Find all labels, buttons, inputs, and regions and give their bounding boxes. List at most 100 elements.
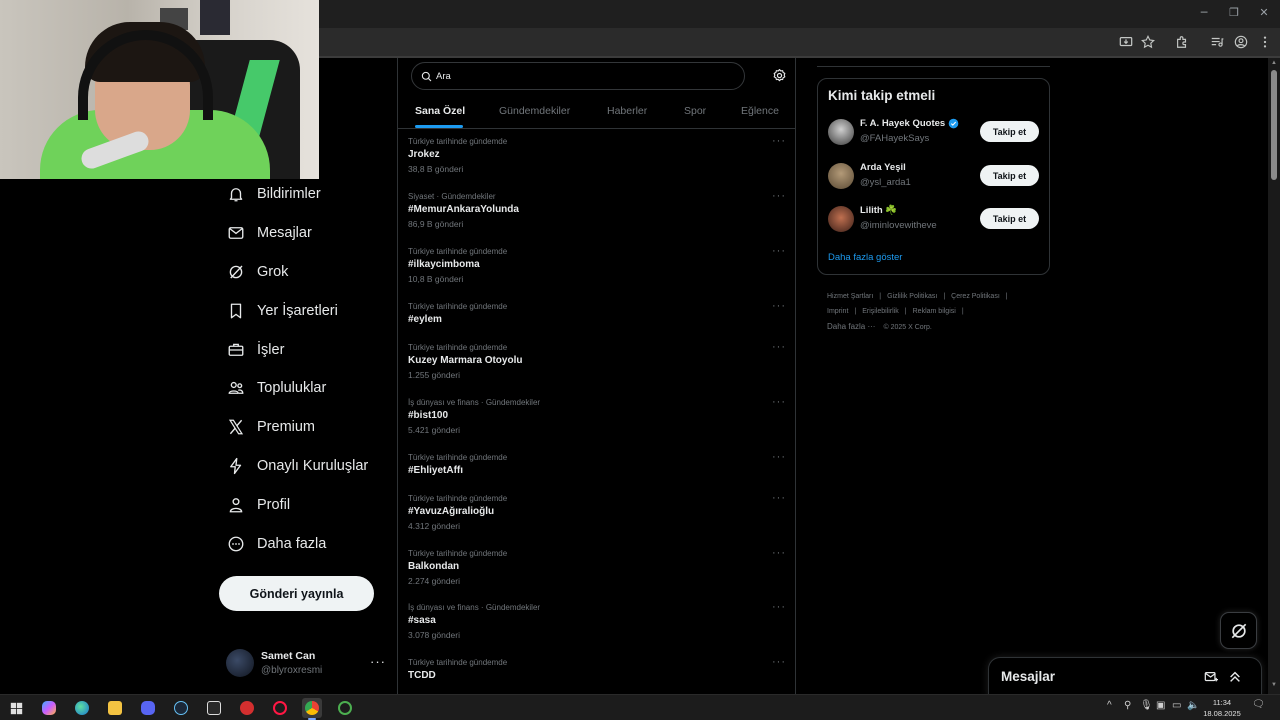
footer-link[interactable]: Gizlilik Politikası (887, 293, 937, 300)
trend-item[interactable]: Türkiye tarihinde gündemde Jrokez 38,8 B… (408, 135, 788, 174)
more-dots-icon[interactable]: ··· (772, 451, 786, 463)
nav-item-onayli-kuruluslar[interactable]: Onaylı Kuruluşlar (226, 452, 368, 480)
post-button[interactable]: Gönderi yayınla (219, 576, 374, 611)
nav-label: Grok (257, 264, 289, 280)
tab-gundemdekiler[interactable]: Gündemdekiler (499, 105, 570, 117)
scroll-down-icon[interactable]: ▼ (1271, 682, 1277, 688)
trend-item[interactable]: Türkiye tarihinde gündemde TCDD ··· (408, 656, 788, 681)
more-dots-icon[interactable]: ··· (772, 135, 786, 147)
x-logo-icon (226, 417, 246, 437)
footer-link[interactable]: Reklam bilgisi (913, 308, 956, 315)
more-dots-icon[interactable]: ··· (772, 492, 786, 504)
more-dots-icon[interactable]: ··· (772, 341, 786, 353)
tab-sana-ozel[interactable]: Sana Özel (415, 105, 465, 117)
more-dots-icon[interactable]: ··· (772, 245, 786, 257)
nav-item-mesajlar[interactable]: Mesajlar (226, 219, 312, 247)
show-more-link[interactable]: Daha fazla göster (828, 252, 902, 263)
settings-gear-icon[interactable] (772, 68, 787, 83)
trend-context: Türkiye tarihinde gündemde (408, 494, 508, 503)
trend-item[interactable]: Türkiye tarihinde gündemde Balkondan 2.2… (408, 547, 788, 586)
network-icon[interactable]: ▭ (1172, 700, 1181, 711)
account-icon[interactable] (1232, 33, 1250, 51)
tab-eglence[interactable]: Eğlence (741, 105, 779, 117)
discord-icon[interactable] (138, 698, 158, 718)
follow-suggestion[interactable]: F. A. Hayek Quotes @FAHayekSays Takip et (828, 117, 1041, 149)
game-launcher-icon[interactable] (237, 698, 257, 718)
messages-drawer[interactable]: Mesajlar (988, 657, 1262, 697)
minimize-icon[interactable]: ─ (1194, 6, 1214, 20)
more-dots-icon[interactable]: ··· (772, 601, 786, 613)
tray-icon[interactable]: ▣ (1156, 700, 1165, 711)
file-explorer-icon[interactable] (105, 698, 125, 718)
tray-overflow-icon[interactable]: ^ (1107, 700, 1112, 711)
nav-label: Yer İşaretleri (257, 303, 338, 319)
nav-label: Bildirimler (257, 186, 321, 202)
nav-item-daha-fazla[interactable]: Daha fazla (226, 530, 326, 558)
epic-games-icon[interactable] (204, 698, 224, 718)
copilot-icon[interactable] (39, 698, 59, 718)
trend-item[interactable]: İş dünyası ve finans · Gündemdekiler #bi… (408, 396, 788, 435)
more-dots-icon[interactable]: ··· (772, 656, 786, 668)
nav-item-topluluklar[interactable]: Topluluklar (226, 374, 326, 402)
search-input[interactable]: Ara (411, 62, 745, 90)
install-app-icon[interactable] (1117, 33, 1135, 51)
more-dots-icon[interactable]: ··· (772, 547, 786, 559)
footer-link[interactable]: Erişilebilirlik (862, 308, 899, 315)
trend-item[interactable]: İş dünyası ve finans · Gündemdekiler #sa… (408, 601, 788, 640)
follow-suggestion[interactable]: Lilith ☘️ @iminlovewitheve Takip et (828, 204, 1041, 236)
browser-menu-icon[interactable] (1256, 33, 1274, 51)
follow-button[interactable]: Takip et (980, 208, 1039, 229)
trend-item[interactable]: Türkiye tarihinde gündemde #YavuzAğırali… (408, 492, 788, 531)
trend-item[interactable]: Türkiye tarihinde gündemde Kuzey Marmara… (408, 341, 788, 380)
webcam-poster (200, 0, 230, 35)
expand-up-icon[interactable] (1228, 670, 1242, 684)
edge-icon[interactable] (72, 698, 92, 718)
steam-icon[interactable] (171, 698, 191, 718)
more-dots-icon[interactable]: ··· (370, 654, 386, 669)
app-icon[interactable] (335, 698, 355, 718)
footer-link[interactable]: Imprint (827, 308, 848, 315)
new-message-icon[interactable] (1204, 670, 1218, 684)
volume-icon[interactable]: 🔈 (1187, 700, 1199, 711)
nav-item-grok[interactable]: Grok (226, 258, 288, 286)
nav-item-premium[interactable]: Premium (226, 413, 315, 441)
search-placeholder: Ara (436, 70, 451, 82)
opera-gx-icon[interactable] (270, 698, 290, 718)
taskbar-clock[interactable]: 11:34 18.08.2025 (1200, 697, 1244, 719)
windows-start-icon[interactable] (6, 698, 26, 718)
microphone-icon[interactable]: 🎙 (1140, 700, 1153, 711)
scrollbar-thumb[interactable] (1271, 70, 1277, 180)
trend-item[interactable]: Siyaset · Gündemdekiler #MemurAnkaraYolu… (408, 190, 788, 229)
follow-button[interactable]: Takip et (980, 121, 1039, 142)
tab-spor[interactable]: Spor (684, 105, 706, 117)
page-scrollbar[interactable]: ▲ ▼ (1268, 58, 1280, 694)
notification-center-icon[interactable]: 🗨 (1252, 699, 1265, 710)
follow-button[interactable]: Takip et (980, 165, 1039, 186)
media-controls-icon[interactable] (1208, 33, 1226, 51)
tab-haberler[interactable]: Haberler (607, 105, 647, 117)
footer-link[interactable]: Çerez Politikası (951, 293, 1000, 300)
nav-item-isler[interactable]: İşler (226, 336, 284, 364)
footer-link[interactable]: Hizmet Şartları (827, 293, 873, 300)
scroll-up-icon[interactable]: ▲ (1271, 60, 1277, 66)
nav-item-yer-isaretleri[interactable]: Yer İşaretleri (226, 297, 338, 325)
follow-suggestion[interactable]: Arda Yeşil @ysl_arda1 Takip et (828, 161, 1041, 193)
tray-icon[interactable]: ⚲ (1124, 700, 1131, 711)
extensions-icon[interactable] (1173, 33, 1191, 51)
chrome-icon[interactable] (302, 698, 322, 720)
footer-more-link[interactable]: Daha fazla ··· (827, 322, 875, 331)
nav-item-bildirimler[interactable]: Bildirimler (226, 180, 321, 208)
grok-floating-button[interactable] (1220, 612, 1257, 649)
trend-item[interactable]: Türkiye tarihinde gündemde #EhliyetAffı … (408, 451, 788, 476)
trend-item[interactable]: Türkiye tarihinde gündemde #eylem ··· (408, 300, 788, 325)
more-dots-icon[interactable]: ··· (772, 190, 786, 202)
more-circle-icon (226, 534, 246, 554)
close-icon[interactable]: ✕ (1254, 6, 1274, 20)
restore-icon[interactable]: ❐ (1224, 6, 1244, 20)
trend-item[interactable]: Türkiye tarihinde gündemde #ilkaycimboma… (408, 245, 788, 284)
more-dots-icon[interactable]: ··· (772, 396, 786, 408)
more-dots-icon[interactable]: ··· (772, 300, 786, 312)
account-switcher[interactable]: Samet Can @blyroxresmi ··· (226, 648, 386, 680)
nav-item-profil[interactable]: Profil (226, 491, 290, 519)
bookmark-star-icon[interactable] (1139, 33, 1157, 51)
